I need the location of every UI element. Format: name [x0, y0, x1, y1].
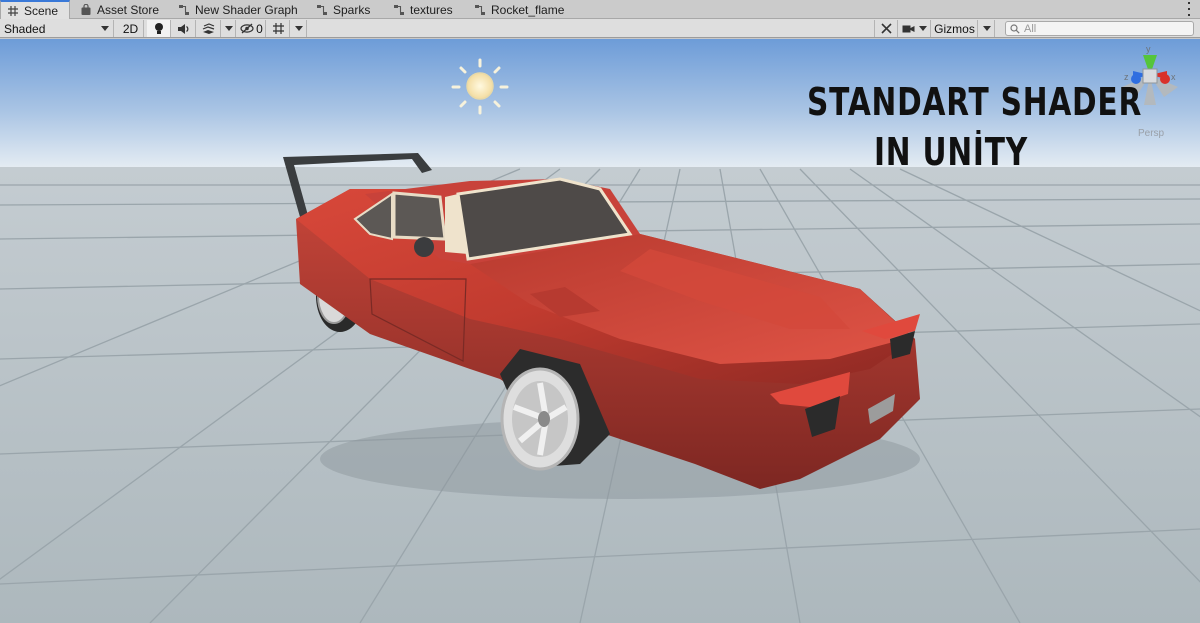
- overlay-title-line1: STANDART SHADER: [807, 80, 1143, 124]
- tab-sparks[interactable]: Sparks: [316, 0, 370, 19]
- tab-label: Sparks: [333, 2, 371, 17]
- axis-z-label: z: [1124, 72, 1129, 82]
- shader-graph-icon: [316, 4, 329, 16]
- gizmos-label: Gizmos: [934, 21, 975, 36]
- tab-rocket-flame[interactable]: Rocket_flame: [474, 0, 564, 19]
- gizmos-button[interactable]: Gizmos: [932, 20, 978, 37]
- overlay-title-line2: IN UNİTY: [874, 130, 1028, 174]
- effects-layers-icon: [202, 22, 215, 34]
- chevron-down-icon: [982, 26, 991, 31]
- scene-render: [0, 39, 1200, 623]
- scene-grid-icon: [7, 5, 20, 17]
- axis-y-label: y: [1146, 44, 1151, 54]
- more-options-icon[interactable]: [1184, 2, 1194, 16]
- tab-asset-store[interactable]: Asset Store: [80, 0, 159, 19]
- wrench-cross-icon: [880, 23, 892, 34]
- tab-bar: Scene Asset Store New Shader Graph Spark…: [0, 0, 1200, 19]
- effects-dropdown[interactable]: [222, 20, 236, 37]
- axis-x-label: x: [1171, 72, 1176, 82]
- speaker-icon: [178, 23, 189, 34]
- lightbulb-icon: [154, 23, 163, 34]
- grid-dropdown[interactable]: [291, 20, 307, 37]
- chevron-down-icon: [294, 26, 303, 31]
- tools-button[interactable]: [874, 20, 898, 37]
- shader-graph-icon: [474, 4, 487, 16]
- scene-search-field[interactable]: All: [1005, 21, 1194, 36]
- toggle-2d-label: 2D: [122, 21, 139, 36]
- tab-label: Asset Store: [97, 2, 160, 17]
- shader-graph-icon: [393, 4, 406, 16]
- tab-label: New Shader Graph: [195, 2, 298, 17]
- lighting-toggle[interactable]: [147, 20, 171, 37]
- gizmos-dropdown[interactable]: [979, 20, 995, 37]
- grid-snap-toggle[interactable]: [268, 20, 290, 37]
- search-placeholder: All: [1024, 22, 1037, 35]
- chevron-down-icon: [919, 26, 927, 31]
- tab-new-shader-graph[interactable]: New Shader Graph: [178, 0, 298, 19]
- hidden-count: 0: [256, 21, 263, 36]
- store-bag-icon: [80, 3, 93, 16]
- scene-visibility-toggle[interactable]: 0: [238, 20, 266, 37]
- tab-scene[interactable]: Scene: [0, 0, 70, 19]
- grid-snap-icon: [273, 23, 284, 34]
- draw-mode-dropdown[interactable]: Shaded: [0, 20, 114, 37]
- scene-toolbar: Shaded 2D 0 Gizmos All: [0, 19, 1200, 38]
- shader-graph-icon: [178, 4, 191, 16]
- hidden-eye-icon: [240, 23, 254, 34]
- chevron-down-icon: [101, 26, 109, 31]
- projection-label[interactable]: Persp: [1138, 128, 1164, 139]
- chevron-down-icon: [224, 26, 233, 31]
- audio-toggle[interactable]: [172, 20, 196, 37]
- tab-label: Scene: [24, 3, 59, 18]
- tab-label: Rocket_flame: [491, 2, 565, 17]
- camera-settings-dropdown[interactable]: [899, 20, 931, 37]
- tab-label: textures: [410, 2, 453, 17]
- search-icon: [1010, 23, 1020, 34]
- scene-viewport[interactable]: STANDART SHADER IN UNİTY y z x Persp: [0, 39, 1200, 623]
- draw-mode-value: Shaded: [4, 21, 46, 36]
- tab-textures[interactable]: textures: [393, 0, 453, 19]
- camera-icon: [902, 25, 915, 32]
- toggle-2d-button[interactable]: 2D: [118, 20, 144, 37]
- effects-toggle[interactable]: [197, 20, 221, 37]
